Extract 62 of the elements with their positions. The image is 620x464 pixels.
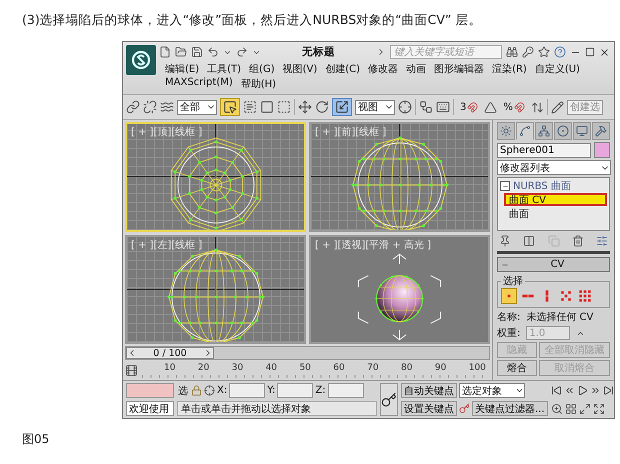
auto-key-button[interactable]: 自动关键点 (401, 383, 457, 398)
named-selection-field[interactable]: 创建选 (566, 100, 603, 114)
menu-item[interactable]: 编辑(E) (165, 62, 200, 76)
key-mode-dropdown[interactable]: 选定对象 (459, 383, 525, 398)
time-slider-thumb[interactable]: 0 / 100 (126, 347, 214, 359)
rollout-title: CV (550, 259, 566, 270)
name-label: 名称: (497, 311, 520, 324)
coordinate-system-dropdown[interactable]: 视图 (355, 100, 395, 114)
stack-sub-item[interactable]: 曲面 CV (504, 193, 607, 206)
search-field[interactable]: 键入关键字或短语 (390, 45, 502, 59)
frame-tick-label: 70 (367, 362, 379, 374)
figure-label: 图05 (22, 431, 50, 448)
status-message: 单击或单击并拖动以选择对象 (177, 401, 377, 416)
menu-item[interactable]: 渲染(R) (492, 62, 527, 76)
object-name-field[interactable]: Sphere001 (497, 142, 591, 158)
menu-item[interactable]: 动画 (406, 62, 426, 76)
coordinate-label: Z: (315, 385, 326, 396)
selection-status: 未选择任何 CV (526, 310, 594, 324)
stack-sub-item[interactable]: 曲面 (504, 207, 607, 220)
menu-item[interactable]: 工具(T) (207, 62, 242, 76)
frame-tick-label: 40 (266, 362, 278, 374)
frame-tick-label: 30 (232, 362, 244, 374)
viewport-label[interactable]: [ + ][顶][线框 ] (127, 124, 206, 140)
modifier-list-dropdown[interactable]: 修改器列表 (497, 160, 611, 175)
prompt-field[interactable]: 欢迎使用 (126, 401, 174, 416)
viewport[interactable]: [ + ][顶][线框 ] (125, 122, 306, 232)
frame-tick-label: 20 (198, 362, 210, 374)
menu-item[interactable]: 自定义(U) (534, 62, 580, 76)
viewport-label[interactable]: [ + ][左][线框 ] (127, 236, 206, 252)
coordinate-label: Y: (267, 385, 276, 396)
group-title: 选择 (502, 274, 524, 288)
stack-item[interactable]: NURBS 曲面 (513, 179, 571, 193)
menu-item[interactable]: 创建(C) (325, 62, 360, 76)
coordinate-label: X: (217, 385, 228, 396)
window-title: 无标题 (301, 45, 336, 59)
frame-tick-label: 10 (164, 362, 176, 374)
rollout-header[interactable]: CV (497, 257, 610, 272)
menu-item[interactable]: 组(G) (249, 62, 275, 76)
frame-tick-label: 80 (401, 362, 412, 374)
step-instruction: (3)选择塌陷后的球体，进入“修改”面板，然后进入NURBS对象的“曲面CV” 层。 (22, 11, 482, 29)
isolate-toggle[interactable]: 选 (177, 384, 189, 398)
frame-tick-label: 60 (333, 362, 345, 374)
menu-item[interactable]: 修改器 (368, 62, 398, 76)
weight-label: 权重: (497, 326, 520, 340)
viewport-label[interactable]: [ + ][透视][平滑 + 高光 ] (311, 236, 436, 252)
viewport[interactable]: [ + ][透视][平滑 + 高光 ] (309, 234, 490, 344)
menu-item[interactable]: 图形编辑器 (434, 62, 484, 76)
rollout-button[interactable]: 熔合 (497, 360, 537, 376)
frame-tick-label: 90 (434, 362, 446, 374)
percent-snap-button[interactable]: % (500, 98, 528, 116)
viewport-label[interactable]: [ + ][前][线框 ] (311, 124, 390, 140)
snap-toggle-button[interactable]: 3 (457, 98, 482, 116)
frame-tick-label: 50 (299, 362, 311, 374)
frame-tick-label: 100 (468, 362, 486, 374)
selection-filter-dropdown[interactable]: 全部 (177, 100, 217, 114)
viewport[interactable]: [ + ][左][线框 ] (125, 234, 306, 344)
key-filters-button[interactable]: 关键点过滤器... (472, 401, 548, 416)
menu-item[interactable]: 帮助(H) (240, 77, 276, 91)
menu-item[interactable]: 视图(V) (282, 62, 318, 76)
menu-item[interactable]: MAXScript(M) (165, 77, 233, 91)
viewport[interactable]: [ + ][前][线框 ] (309, 122, 490, 232)
set-key-button[interactable]: 设置关键点 (401, 401, 457, 416)
